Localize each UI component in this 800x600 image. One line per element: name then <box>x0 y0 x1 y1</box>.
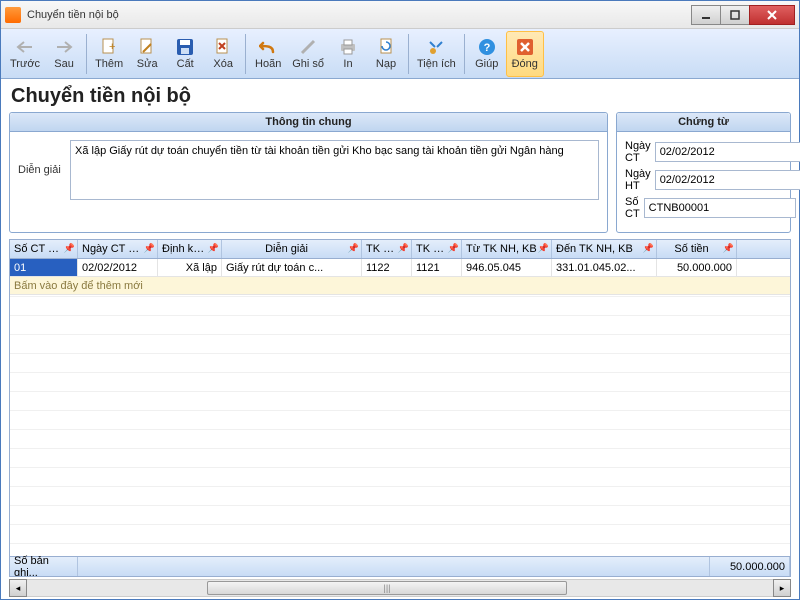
pin-icon: 📌 <box>64 243 75 254</box>
col-tutk[interactable]: Từ TK NH, KB📌 <box>462 240 552 258</box>
page-pencil-icon <box>137 38 157 56</box>
table-row[interactable]: 01 02/02/2012 Xã lập Giấy rút dự toán c.… <box>10 259 790 277</box>
cell-ngayctgoc[interactable]: 02/02/2012 <box>78 259 158 276</box>
printer-icon <box>338 38 358 56</box>
col-dentk[interactable]: Đến TK NH, KB📌 <box>552 240 657 258</box>
general-panel: Thông tin chung Diễn giải <box>9 112 608 233</box>
voucher-panel-title: Chứng từ <box>617 113 790 132</box>
exit-icon <box>515 38 535 56</box>
delete-button[interactable]: Xóa <box>204 31 242 77</box>
grid-body[interactable]: 01 02/02/2012 Xã lập Giấy rút dự toán c.… <box>10 259 790 556</box>
page-x-icon <box>213 38 233 56</box>
svg-text:?: ? <box>483 42 490 54</box>
cell-dinhkhoan[interactable]: Xã lập <box>158 259 222 276</box>
app-icon <box>5 7 21 23</box>
close-button[interactable] <box>749 5 795 25</box>
col-ngayctgoc[interactable]: Ngày CT gốc📌 <box>78 240 158 258</box>
page-plus-icon: + <box>99 38 119 56</box>
help-icon: ? <box>477 38 497 56</box>
add-button[interactable]: + Thêm <box>90 31 128 77</box>
arrow-left-icon <box>15 38 35 56</box>
voucher-panel: Chứng từ Ngày CT ▾ Ngày HT ▾ <box>616 112 791 233</box>
new-row[interactable]: Bấm vào đây để thêm mới <box>10 277 790 295</box>
footer-total: 50.000.000 <box>710 557 790 576</box>
new-row-text[interactable]: Bấm vào đây để thêm mới <box>10 277 790 294</box>
scroll-thumb[interactable]: ||| <box>207 581 567 595</box>
reload-button[interactable]: Nạp <box>367 31 405 77</box>
refresh-icon <box>376 38 396 56</box>
undo-button[interactable]: Hoãn <box>249 31 287 77</box>
voucher-date-label: Ngày CT <box>625 140 655 164</box>
cell-diengiai[interactable]: Giấy rút dự toán c... <box>222 259 362 276</box>
window-title: Chuyển tiền nội bộ <box>27 9 691 21</box>
utilities-button[interactable]: Tiện ích <box>412 31 461 77</box>
print-button[interactable]: In <box>329 31 367 77</box>
page-title: Chuyển tiền nội bộ <box>1 79 799 112</box>
cell-tkco[interactable]: 1121 <box>412 259 462 276</box>
titlebar: Chuyển tiền nội bộ <box>1 1 799 29</box>
help-button[interactable]: ? Giúp <box>468 31 506 77</box>
cell-soctgoc[interactable]: 01 <box>10 259 78 276</box>
toolbar: Trước Sau + Thêm Sửa Cất Xóa Hoãn <box>1 29 799 79</box>
minimize-button[interactable] <box>691 5 721 25</box>
scroll-right-button[interactable]: ▸ <box>773 579 791 597</box>
col-dinhkhoan[interactable]: Định khoản📌 <box>158 240 222 258</box>
col-diengiai[interactable]: Diễn giải📌 <box>222 240 362 258</box>
undo-icon <box>258 38 278 56</box>
app-window: Chuyển tiền nội bộ Trước Sau + Thêm Sửa … <box>0 0 800 600</box>
col-sotien[interactable]: Số tiền📌 <box>657 240 737 258</box>
voucher-date-input[interactable] <box>655 142 800 162</box>
voucher-no-input[interactable] <box>644 198 796 218</box>
post-button[interactable]: Ghi sổ <box>287 31 329 77</box>
description-input[interactable] <box>70 140 599 200</box>
next-button[interactable]: Sau <box>45 31 83 77</box>
posting-date-label: Ngày HT <box>625 168 655 192</box>
voucher-no-label: Số CT <box>625 196 644 220</box>
cell-tkno[interactable]: 1122 <box>362 259 412 276</box>
scroll-left-button[interactable]: ◂ <box>9 579 27 597</box>
floppy-icon <box>175 38 195 56</box>
tools-icon <box>426 38 446 56</box>
maximize-button[interactable] <box>720 5 750 25</box>
cell-dentk[interactable]: 331.01.045.02... <box>552 259 657 276</box>
footer-label: Số bản ghi... <box>10 557 78 576</box>
save-button[interactable]: Cất <box>166 31 204 77</box>
description-label: Diễn giải <box>18 164 70 176</box>
svg-text:+: + <box>109 41 115 53</box>
grid-footer: Số bản ghi... 50.000.000 <box>10 556 790 576</box>
close-form-button[interactable]: Đóng <box>506 31 544 77</box>
horizontal-scrollbar[interactable]: ◂ ||| ▸ <box>9 579 791 597</box>
col-tkno[interactable]: TK Nợ📌 <box>362 240 412 258</box>
arrow-right-icon <box>54 38 74 56</box>
posting-date-input[interactable] <box>655 170 800 190</box>
detail-grid: Số CT gốc📌 Ngày CT gốc📌 Định khoản📌 Diễn… <box>9 239 791 577</box>
grid-header: Số CT gốc📌 Ngày CT gốc📌 Định khoản📌 Diễn… <box>10 240 790 259</box>
col-soctgoc[interactable]: Số CT gốc📌 <box>10 240 78 258</box>
general-panel-title: Thông tin chung <box>10 113 607 132</box>
cell-sotien[interactable]: 50.000.000 <box>657 259 737 276</box>
col-tkco[interactable]: TK Có📌 <box>412 240 462 258</box>
pencil-icon <box>298 38 318 56</box>
prev-button[interactable]: Trước <box>5 31 45 77</box>
edit-button[interactable]: Sửa <box>128 31 166 77</box>
scroll-track[interactable]: ||| <box>27 579 773 597</box>
cell-tutk[interactable]: 946.05.045 <box>462 259 552 276</box>
